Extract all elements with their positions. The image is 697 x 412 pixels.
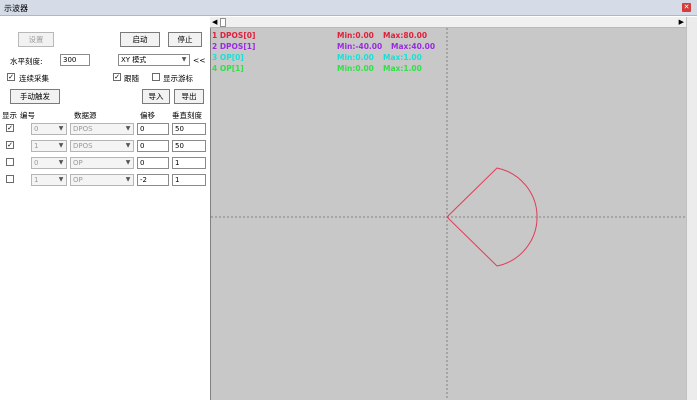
- chevron-down-icon: ▼: [58, 176, 64, 183]
- channel-num-select[interactable]: 1 ▼: [31, 174, 67, 186]
- channel-num-value: 0: [34, 159, 39, 167]
- channel-source-value: OP: [73, 176, 83, 184]
- chevron-down-icon: ▼: [181, 56, 187, 63]
- header-offset: 偏移: [140, 111, 155, 120]
- follow-checkbox[interactable]: ✓: [113, 73, 121, 81]
- channel-num-value: 1: [34, 176, 39, 184]
- channel-source-value: DPOS: [73, 142, 93, 150]
- legend-min: Min:0.00: [337, 31, 374, 40]
- channel-source-value: OP: [73, 159, 83, 167]
- checkmark-icon: ✓: [114, 73, 120, 81]
- manual-trigger-button[interactable]: 手动触发: [10, 89, 60, 104]
- checkmark-icon: ✓: [7, 124, 13, 132]
- channel-source-select[interactable]: DPOS ▼: [70, 123, 134, 135]
- chevron-down-icon: ▼: [125, 159, 131, 166]
- h-scale-label: 水平刻度:: [10, 57, 43, 66]
- mode-select-value: XY 模式: [121, 56, 147, 64]
- follow-label: 跟随: [124, 74, 139, 83]
- channel-offset-input[interactable]: 0: [137, 123, 169, 135]
- legend-max: Max:1.00: [383, 53, 422, 62]
- channel-num-select[interactable]: 0 ▼: [31, 157, 67, 169]
- channel-scale-input[interactable]: 50: [172, 140, 206, 152]
- chevron-down-icon: ▼: [125, 125, 131, 132]
- chevron-down-icon: ▼: [58, 159, 64, 166]
- channel-scale-input[interactable]: 1: [172, 157, 206, 169]
- channel-source-select[interactable]: OP ▼: [70, 174, 134, 186]
- legend-min: Min:-40.00: [337, 42, 383, 51]
- channel-offset-input[interactable]: 0: [137, 157, 169, 169]
- channel-num-value: 1: [34, 142, 39, 150]
- legend-min: Min:0.00: [337, 64, 374, 73]
- legend-max: Max:80.00: [383, 31, 428, 40]
- chevron-down-icon: ▼: [58, 125, 64, 132]
- export-button[interactable]: 导出: [174, 89, 204, 104]
- channel-show-checkbox[interactable]: [6, 158, 14, 166]
- horizontal-scrollbar[interactable]: ◀ ▶: [210, 17, 686, 28]
- scroll-thumb[interactable]: [220, 18, 226, 27]
- scope-display[interactable]: 1 DPOS[0] Min:0.00 Max:80.00 2 DPOS[1] M…: [210, 28, 686, 400]
- window-title: 示波器: [4, 4, 28, 13]
- settings-button[interactable]: 设置: [18, 32, 54, 47]
- checkmark-icon: ✓: [8, 73, 14, 81]
- show-cursor-checkbox[interactable]: [152, 73, 160, 81]
- channel-source-select[interactable]: OP ▼: [70, 157, 134, 169]
- start-button[interactable]: 启动: [120, 32, 160, 47]
- chevron-down-icon: ▼: [125, 142, 131, 149]
- channel-scale-input[interactable]: 1: [172, 174, 206, 186]
- header-num: 编号: [20, 111, 35, 120]
- channel-num-select[interactable]: 1 ▼: [31, 140, 67, 152]
- channel-source-value: DPOS: [73, 125, 93, 133]
- vertical-scrollbar[interactable]: [686, 17, 697, 400]
- checkmark-icon: ✓: [7, 141, 13, 149]
- legend-name: 3 OP[0]: [212, 53, 244, 62]
- control-panel: 设置 启动 停止 水平刻度: 300 XY 模式 ▼ << ✓ 连续采集 ✓ 跟…: [0, 17, 210, 400]
- import-button[interactable]: 导入: [142, 89, 170, 104]
- channel-scale-input[interactable]: 50: [172, 123, 206, 135]
- legend-min: Min:0.00: [337, 53, 374, 62]
- channel-num-select[interactable]: 0 ▼: [31, 123, 67, 135]
- channel-show-checkbox[interactable]: ✓: [6, 141, 14, 149]
- channel-offset-input[interactable]: 0: [137, 140, 169, 152]
- chevron-down-icon: ▼: [58, 142, 64, 149]
- legend-name: 2 DPOS[1]: [212, 42, 256, 51]
- channel-num-value: 0: [34, 125, 39, 133]
- arrow-left-icon[interactable]: ◀: [212, 18, 217, 26]
- header-source: 数据源: [74, 111, 97, 120]
- channel-show-checkbox[interactable]: [6, 175, 14, 183]
- chevron-down-icon: ▼: [125, 176, 131, 183]
- show-cursor-label: 显示游标: [163, 74, 193, 83]
- h-scale-input[interactable]: 300: [60, 54, 90, 66]
- scope-plot: [211, 28, 686, 400]
- mode-select[interactable]: XY 模式 ▼: [118, 54, 190, 66]
- collapse-button[interactable]: <<: [193, 56, 206, 65]
- legend-max: Max:40.00: [391, 42, 436, 51]
- title-bar: 示波器 ✕: [0, 0, 697, 16]
- channel-source-select[interactable]: DPOS ▼: [70, 140, 134, 152]
- header-scale: 垂直刻度: [172, 111, 202, 120]
- legend-name: 4 OP[1]: [212, 64, 244, 73]
- channel-show-checkbox[interactable]: ✓: [6, 124, 14, 132]
- arrow-right-icon[interactable]: ▶: [679, 18, 684, 26]
- channel-offset-input[interactable]: -2: [137, 174, 169, 186]
- continuous-checkbox[interactable]: ✓: [7, 73, 15, 81]
- stop-button[interactable]: 停止: [168, 32, 202, 47]
- header-show: 显示: [2, 111, 17, 120]
- close-icon[interactable]: ✕: [682, 3, 691, 12]
- continuous-label: 连续采集: [19, 74, 49, 83]
- legend-max: Max:1.00: [383, 64, 422, 73]
- legend-name: 1 DPOS[0]: [212, 31, 256, 40]
